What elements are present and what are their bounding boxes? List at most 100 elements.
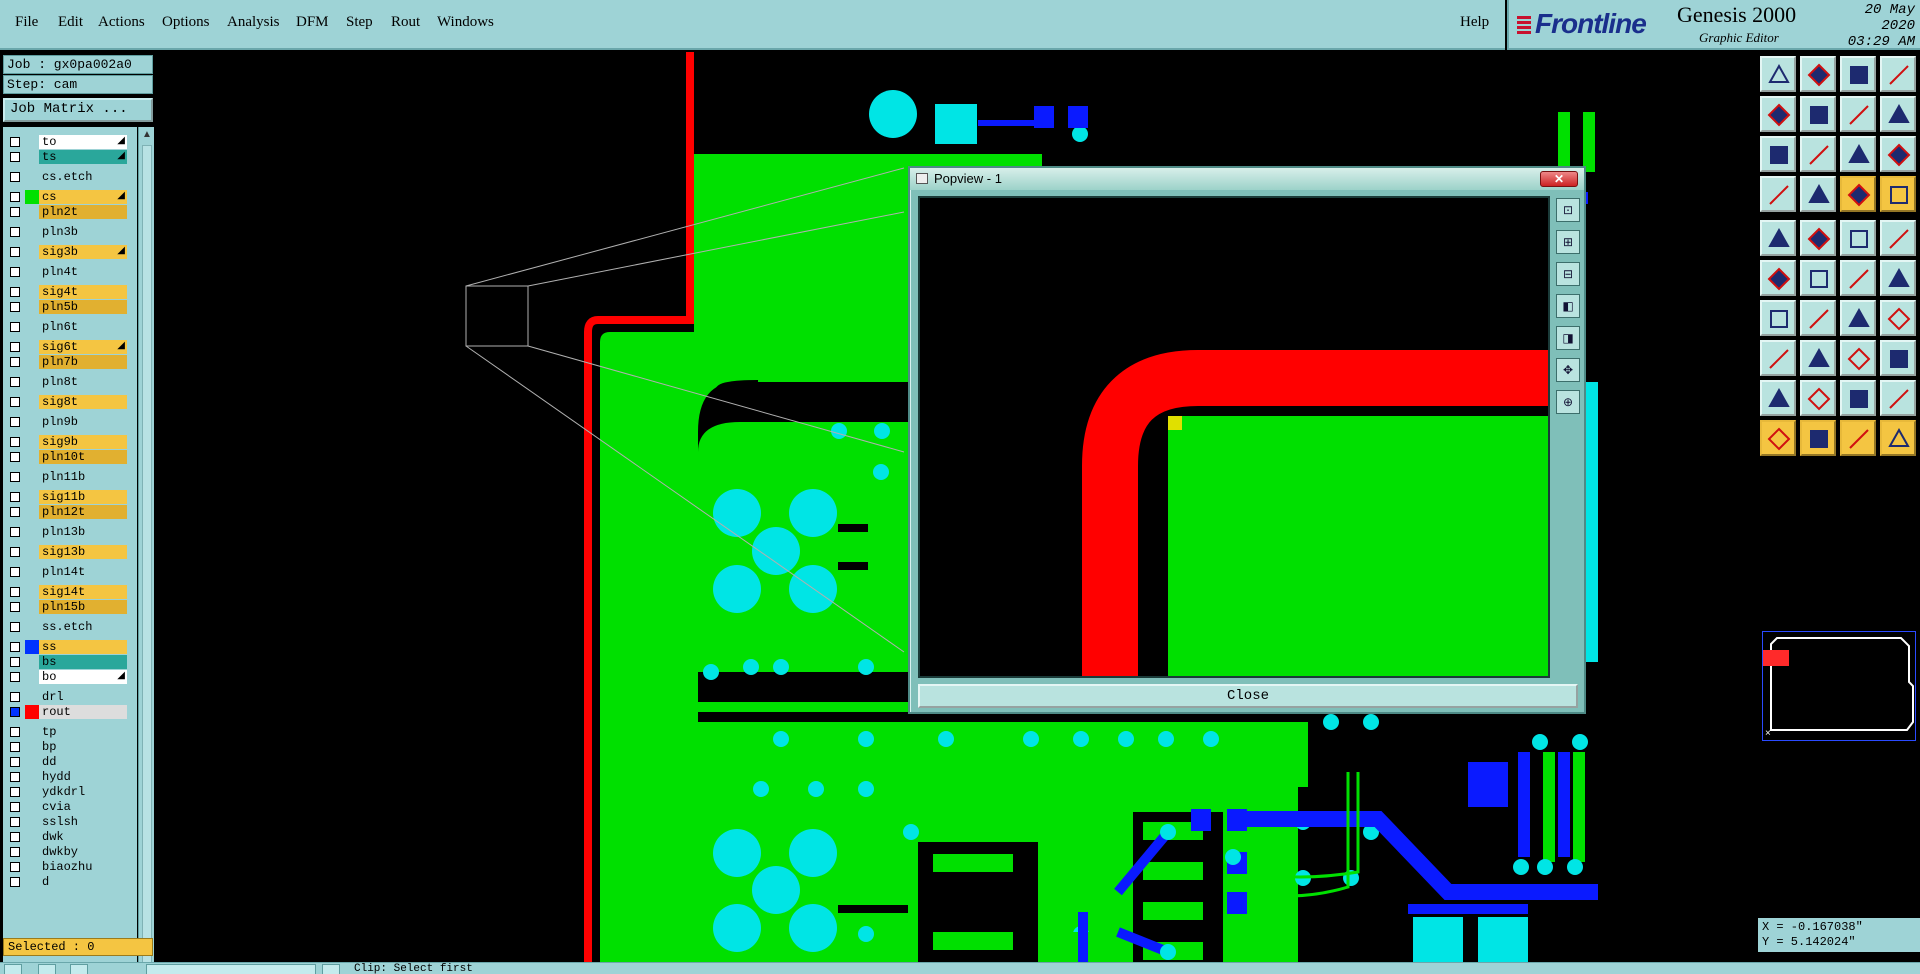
layer-checkbox[interactable] <box>10 172 20 182</box>
layer-row-drl[interactable]: drl <box>3 690 137 705</box>
layer-row-hydd[interactable]: hydd <box>3 770 137 785</box>
home-icon[interactable] <box>1840 56 1876 92</box>
layer-checkbox[interactable] <box>10 152 20 162</box>
job-matrix-button[interactable]: Job Matrix ... <box>3 98 153 122</box>
layer-name[interactable]: dd <box>39 755 127 769</box>
layer-color-swatch[interactable] <box>25 705 39 719</box>
layer-row-pln5b[interactable]: pln5b <box>3 300 137 315</box>
layer-checkbox[interactable] <box>10 192 20 202</box>
layer-row-sig13b[interactable]: sig13b <box>3 545 137 560</box>
layer-row-pln7b[interactable]: pln7b <box>3 355 137 370</box>
unpin-icon[interactable] <box>1800 56 1836 92</box>
status-button-4[interactable] <box>322 964 340 974</box>
layer-name[interactable]: bp <box>39 740 127 754</box>
measure-icon[interactable] <box>1760 176 1796 212</box>
layer-list-scrollbar[interactable]: ▲ ▼ <box>138 127 154 974</box>
layer-row-pln3b[interactable]: pln3b <box>3 225 137 240</box>
layer-checkbox[interactable] <box>10 847 20 857</box>
layer-name[interactable]: d <box>39 875 127 889</box>
layer-name[interactable]: ts ◢ <box>39 150 127 164</box>
layer-name[interactable]: dwkby <box>39 845 127 859</box>
layer-checkbox[interactable] <box>10 247 20 257</box>
layer-name[interactable]: dwk <box>39 830 127 844</box>
layer-checkbox[interactable] <box>10 672 20 682</box>
layer-checkbox[interactable] <box>10 692 20 702</box>
zoom-fit-icon[interactable]: ⊡ <box>1556 198 1580 222</box>
layer-checkbox[interactable] <box>10 492 20 502</box>
layer-name[interactable]: cs.etch <box>39 170 127 184</box>
layer-name[interactable]: pln8t <box>39 375 127 389</box>
layer-checkbox[interactable] <box>10 742 20 752</box>
layer-checkbox[interactable] <box>10 227 20 237</box>
popview-close-button[interactable]: Close <box>918 684 1578 708</box>
layer-checkbox[interactable] <box>10 587 20 597</box>
net-icon[interactable] <box>1840 176 1876 212</box>
pan-right-icon[interactable]: ◨ <box>1556 326 1580 350</box>
layer-checkbox[interactable] <box>10 772 20 782</box>
layout-icon[interactable] <box>1880 56 1916 92</box>
dash-icon[interactable] <box>1800 340 1836 376</box>
layer-checkbox[interactable] <box>10 817 20 827</box>
pattern-icon[interactable] <box>1880 340 1916 376</box>
menu-step[interactable]: Step <box>346 14 373 31</box>
layer-name[interactable]: sig11b <box>39 490 127 504</box>
layer-name[interactable]: bo ◢ <box>39 670 127 684</box>
layer-name[interactable]: pln3b <box>39 225 127 239</box>
layer-row-ydkdrl[interactable]: ydkdrl <box>3 785 137 800</box>
layer-name[interactable]: pln9b <box>39 415 127 429</box>
layer-name[interactable]: cs ◢ <box>39 190 127 204</box>
pad-edit-icon[interactable] <box>1760 340 1796 376</box>
layer-checkbox[interactable] <box>10 357 20 367</box>
status-button-1[interactable] <box>4 964 22 974</box>
menu-file[interactable]: File <box>15 14 38 31</box>
pin-icon[interactable] <box>1760 56 1796 92</box>
layer-row-sig9b[interactable]: sig9b <box>3 435 137 450</box>
layer-checkbox[interactable] <box>10 302 20 312</box>
layer-row-bs[interactable]: bs <box>3 655 137 670</box>
layer-name[interactable]: tp <box>39 725 127 739</box>
layer-color-swatch[interactable] <box>25 640 39 654</box>
layer-name[interactable]: pln12t <box>39 505 127 519</box>
layer-name[interactable]: ss <box>39 640 127 654</box>
layer-row-cvia[interactable]: cvia <box>3 800 137 815</box>
trapezoid-icon[interactable] <box>1800 380 1836 416</box>
layer-name[interactable]: pln14t <box>39 565 127 579</box>
menu-options[interactable]: Options <box>162 14 210 31</box>
layer-checkbox[interactable] <box>10 757 20 767</box>
layer-row-dwk[interactable]: dwk <box>3 830 137 845</box>
layer-name[interactable]: ydkdrl <box>39 785 127 799</box>
layer-name[interactable]: pln13b <box>39 525 127 539</box>
layer-row-sig6t[interactable]: sig6t ◢ <box>3 340 137 355</box>
layer-name[interactable]: sig8t <box>39 395 127 409</box>
layer-name[interactable]: sig4t <box>39 285 127 299</box>
popview-zoom-view[interactable] <box>918 196 1550 678</box>
zoom-out-icon[interactable]: ⊟ <box>1556 262 1580 286</box>
layer-name[interactable]: sig9b <box>39 435 127 449</box>
zoom-fit-icon[interactable] <box>1760 136 1796 172</box>
status-input[interactable] <box>146 964 316 974</box>
layer-row-pln13b[interactable]: pln13b <box>3 525 137 540</box>
link-icon[interactable] <box>1880 260 1916 296</box>
layer-row-sig3b[interactable]: sig3b ◢ <box>3 245 137 260</box>
layer-row-sig14t[interactable]: sig14t <box>3 585 137 600</box>
select-minus-icon[interactable] <box>1840 420 1876 456</box>
cross-icon[interactable] <box>1800 260 1836 296</box>
layer-row-pln2t[interactable]: pln2t <box>3 205 137 220</box>
layer-checkbox[interactable] <box>10 527 20 537</box>
undo-icon[interactable] <box>1840 96 1876 132</box>
layer-checkbox[interactable] <box>10 727 20 737</box>
layer-name[interactable]: sig13b <box>39 545 127 559</box>
layer-checkbox[interactable] <box>10 657 20 667</box>
close-icon[interactable]: ✕ <box>1540 171 1578 187</box>
layer-name[interactable]: bs <box>39 655 127 669</box>
scale-icon[interactable] <box>1840 136 1876 172</box>
layer-checkbox[interactable] <box>10 472 20 482</box>
dome-icon[interactable] <box>1880 380 1916 416</box>
arch-icon[interactable] <box>1840 380 1876 416</box>
parallel-icon[interactable] <box>1880 300 1916 336</box>
layer-name[interactable]: pln15b <box>39 600 127 614</box>
layer-row-dwkby[interactable]: dwkby <box>3 845 137 860</box>
layer-row-sig4t[interactable]: sig4t <box>3 285 137 300</box>
layer-row-rout[interactable]: rout <box>3 705 137 720</box>
layer-name[interactable]: pln6t <box>39 320 127 334</box>
